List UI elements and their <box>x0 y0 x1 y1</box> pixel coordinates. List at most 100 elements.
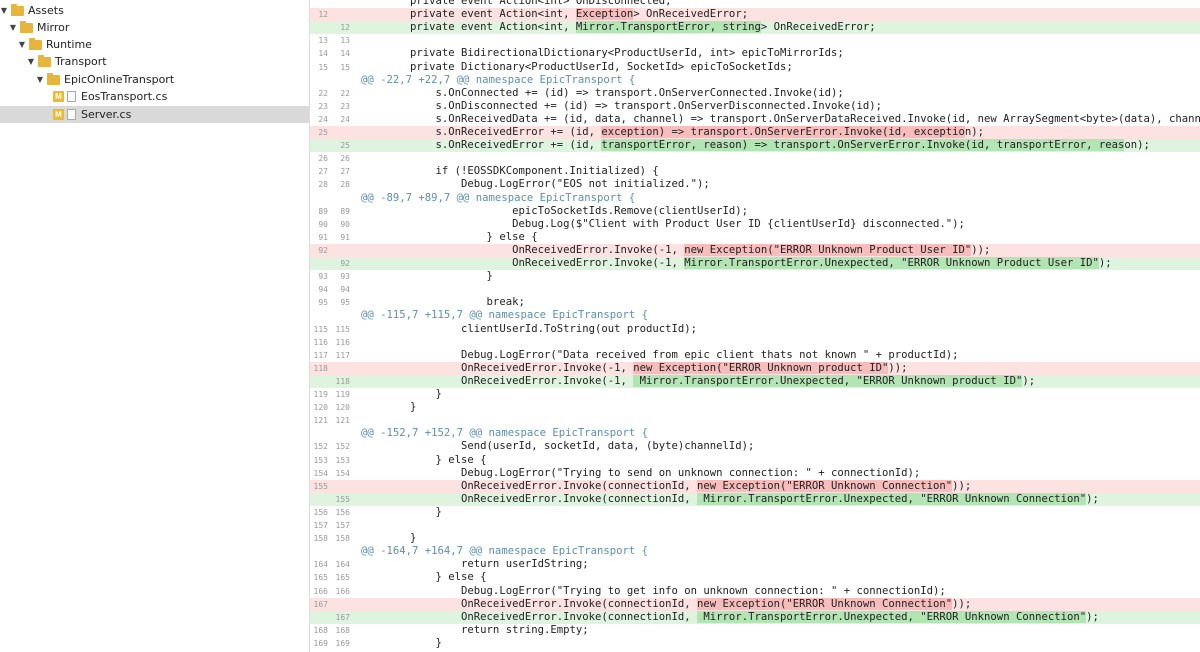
diff-line-context: 115 115 clientUserId.ToString(out product… <box>310 323 1200 336</box>
changed-segment: Mirror.TransportError.Unexpected, "ERROR… <box>684 257 1099 269</box>
code-segment: } <box>359 270 493 283</box>
code-text: OnReceivedError.Invoke(-1, new Exception… <box>359 361 908 375</box>
code-segment-tail: )); <box>952 597 972 610</box>
old-line-number: 28 <box>318 180 328 190</box>
old-line-number: 13 <box>318 36 328 46</box>
code-segment: s.OnReceivedError += (id, <box>359 139 602 152</box>
diff-line-context: 89 89 epicToSocketIds.Remove(clientUserId… <box>310 205 1200 218</box>
code-segment: } <box>359 636 442 649</box>
new-line-number: 154 <box>335 468 350 478</box>
tree-item-label: Assets <box>28 4 64 17</box>
code-segment: @@ -89,7 +89,7 @@ namespace EpicTranspor… <box>361 191 636 204</box>
old-line-number: 154 <box>313 468 328 478</box>
changed-segment: new Exception("ERROR Unknown product ID" <box>633 361 889 374</box>
code-text: s.OnReceivedError += (id, transportError… <box>359 139 1150 152</box>
new-line-number: 15 <box>340 62 350 72</box>
code-segment: OnReceivedError.Invoke(-1, <box>359 257 685 269</box>
diff-line-context: 119 119 } <box>310 388 1200 401</box>
code-segment: private event Action<int, <box>359 8 576 21</box>
new-line-number: 164 <box>335 560 350 570</box>
code-segment-tail: > OnReceivedError; <box>760 21 876 34</box>
diff-line-context: 120 120 } <box>310 401 1200 414</box>
code-text: Debug.LogError("EOS not initialized."); <box>359 178 710 191</box>
code-segment: Debug.Log($"Client with Product User ID … <box>359 217 965 230</box>
code-segment: private event Action<int> OnDisconnected… <box>359 0 672 7</box>
code-segment: private BidirectionalDictionary<ProductU… <box>359 47 844 60</box>
code-text: } else { <box>359 231 538 244</box>
expand-arrow-icon[interactable]: ▼ <box>0 6 8 15</box>
code-segment-tail: )); <box>971 243 991 256</box>
old-line-number: 120 <box>313 403 328 413</box>
changed-segment: new Exception("ERROR Unknown Connection" <box>697 479 953 492</box>
old-line-number: 89 <box>318 206 328 216</box>
code-segment: OnReceivedError.Invoke(connectionId, <box>359 597 698 610</box>
diff-line-context: 117 117 Debug.LogError("Data received fro… <box>310 349 1200 362</box>
new-line-number: 155 <box>335 494 350 504</box>
code-segment: private Dictionary<ProductUserId, Socket… <box>359 60 793 73</box>
code-text: OnReceivedError.Invoke(connectionId, Mir… <box>359 492 1099 506</box>
tree-file-item[interactable]: M Server.cs <box>0 106 309 123</box>
old-line-number: 153 <box>313 455 328 465</box>
code-segment: break; <box>359 296 525 309</box>
code-text: OnReceivedError.Invoke(connectionId, Mir… <box>359 610 1099 624</box>
new-line-number: 91 <box>340 232 350 242</box>
code-text: } <box>359 270 493 283</box>
tree-folder-item[interactable]: ▼ Assets <box>0 2 309 19</box>
code-text: OnReceivedError.Invoke(connectionId, new… <box>359 479 971 493</box>
file-icon <box>67 109 76 120</box>
old-line-number: 92 <box>318 245 328 255</box>
tree-file-item[interactable]: M EosTransport.cs <box>0 88 309 105</box>
code-text: } <box>359 637 442 650</box>
tree-folder-item[interactable]: ▼ Runtime <box>0 36 309 53</box>
changed-segment: Mirror.TransportError.Unexpected, "ERROR… <box>697 492 1087 505</box>
code-segment: Debug.LogError("EOS not initialized."); <box>359 178 710 191</box>
code-text: } <box>359 506 442 519</box>
expand-arrow-icon[interactable]: ▼ <box>9 23 17 32</box>
code-text: s.OnReceivedError += (id, exception) => … <box>359 126 984 139</box>
diff-line-context: 154 154 Debug.LogError("Trying to send on… <box>310 467 1200 480</box>
code-segment: Send(userId, socketId, data, (byte)chann… <box>359 440 755 453</box>
changed-segment: Mirror.TransportError.Unexpected, "ERROR… <box>633 374 1023 387</box>
old-line-number: 115 <box>313 324 328 334</box>
tree-folder-item[interactable]: ▼ Mirror <box>0 19 309 36</box>
diff-hunk-header: @@ -89,7 +89,7 @@ namespace EpicTranspor… <box>310 192 1200 205</box>
code-segment: Debug.LogError("Data received from epic … <box>359 348 959 361</box>
expand-arrow-icon[interactable]: ▼ <box>27 57 35 66</box>
code-segment: s.OnDisconnected += (id) => transport.On… <box>359 99 882 112</box>
code-segment: OnReceivedError.Invoke(-1, <box>359 374 634 387</box>
diff-line-added: 118 OnReceivedError.Invoke(-1, Mirror.Tr… <box>310 374 1200 388</box>
diff-line-context: 153 153 } else { <box>310 454 1200 467</box>
old-line-number: 166 <box>313 586 328 596</box>
code-segment: s.OnConnected += (id) => transport.OnSer… <box>359 86 844 99</box>
new-line-number: 118 <box>335 376 350 386</box>
old-line-number: 23 <box>318 101 328 111</box>
diff-line-context: 93 93 } <box>310 270 1200 283</box>
code-segment: @@ -115,7 +115,7 @@ namespace EpicTransp… <box>361 309 649 322</box>
code-segment: epicToSocketIds.Remove(clientUserId); <box>359 204 749 217</box>
code-text: s.OnConnected += (id) => transport.OnSer… <box>359 87 844 100</box>
code-segment: OnReceivedError.Invoke(-1, <box>359 361 634 374</box>
old-line-number: 26 <box>318 154 328 164</box>
code-segment: OnReceivedError.Invoke(connectionId, <box>359 479 698 492</box>
old-line-number: 24 <box>318 114 328 124</box>
new-line-number: 120 <box>335 403 350 413</box>
expand-arrow-icon[interactable]: ▼ <box>36 75 44 84</box>
code-text: private Dictionary<ProductUserId, Socket… <box>359 61 793 74</box>
old-line-number: 167 <box>313 599 328 609</box>
changed-segment: new Exception("ERROR Unknown Product Use… <box>684 243 972 256</box>
new-line-number: 92 <box>340 259 350 268</box>
old-line-number: 164 <box>313 560 328 570</box>
diff-view: private event Action<int> OnDisconnected… <box>310 0 1200 652</box>
new-line-number: 168 <box>335 625 350 635</box>
new-line-number: 14 <box>340 49 350 59</box>
changed-segment: Mirror.TransportError, string <box>575 21 761 34</box>
tree-folder-item[interactable]: ▼ Transport <box>0 53 309 70</box>
code-segment: } <box>359 401 417 414</box>
expand-arrow-icon[interactable]: ▼ <box>18 40 26 49</box>
changed-segment: Mirror.TransportError.Unexpected, "ERROR… <box>697 610 1087 623</box>
diff-line-context: 168 168 return string.Empty; <box>310 624 1200 637</box>
tree-folder-item[interactable]: ▼ EpicOnlineTransport <box>0 71 309 88</box>
old-line-number: 121 <box>313 416 328 426</box>
diff-line-added: 167 OnReceivedError.Invoke(connectionId,… <box>310 610 1200 624</box>
code-text: break; <box>359 296 525 309</box>
